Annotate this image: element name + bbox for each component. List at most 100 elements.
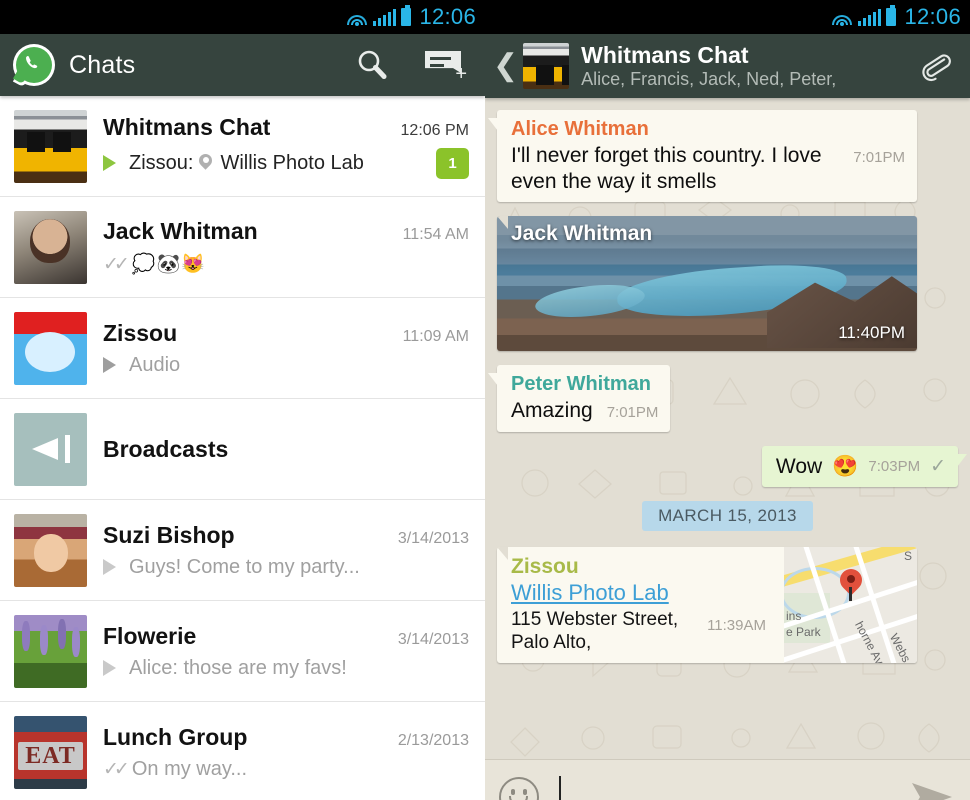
message-timestamp: 7:03PM <box>868 458 921 476</box>
wifi-icon <box>831 9 853 26</box>
broadcast-icon <box>14 412 87 486</box>
play-icon <box>103 357 116 373</box>
message-sender: Peter Whitman <box>511 373 652 396</box>
battery-icon <box>886 5 897 26</box>
conversation-participants: Alice, Francis, Jack, Ned, Peter, <box>581 68 837 89</box>
status-bar-left: 12:06 <box>0 0 485 34</box>
smiley-icon[interactable] <box>499 777 539 800</box>
message-timestamp: 7:01PM <box>853 149 905 166</box>
map-label: e Park <box>786 625 821 640</box>
chat-name: Zissou <box>103 319 178 346</box>
conversation-avatar[interactable] <box>523 43 570 89</box>
date-divider-label: MARCH 15, 2013 <box>642 501 813 532</box>
chat-list-item-zissou[interactable]: Zissou 11:09 AM Audio <box>0 298 485 399</box>
unread-badge: 1 <box>436 147 469 179</box>
chat-list-item-broadcasts[interactable]: Broadcasts <box>0 399 485 500</box>
map-label: S <box>903 549 912 564</box>
chat-preview-sender: Zissou: <box>129 151 194 174</box>
message-sender: Alice Whitman <box>511 118 649 140</box>
message-timestamp: 7:01PM <box>606 404 659 422</box>
message-row-incoming[interactable]: Peter Whitman 7:01PM Amazing <box>487 365 958 432</box>
text-caret <box>559 776 561 800</box>
message-row-incoming[interactable]: Alice Whitman 7:01PM I'll never forget th… <box>488 110 958 203</box>
map-thumbnail[interactable]: S ins e Park horne Ave Webs <box>784 547 917 664</box>
message-timestamp: 11:40PM <box>838 323 905 343</box>
play-icon <box>103 559 116 575</box>
chat-timestamp: 3/14/2013 <box>397 630 469 648</box>
status-bar-time: 12:06 <box>904 4 961 29</box>
message-row-incoming-photo[interactable]: Jack Whitman 11:40PM <box>497 216 958 352</box>
dual-phone-screenshot: 12:06 Chats + Whitmans Chat 12:06 PM Zis… <box>0 0 970 800</box>
map-pin-icon <box>840 569 862 602</box>
chat-timestamp: 12:06 PM <box>400 121 469 139</box>
message-sender: Jack Whitman <box>511 222 653 246</box>
message-bubble-text[interactable]: Alice Whitman 7:01PM I'll never forget th… <box>488 110 917 203</box>
date-divider: MARCH 15, 2013 <box>497 501 958 532</box>
paperclip-icon[interactable] <box>914 44 958 88</box>
message-timestamp: 11:39AM <box>707 617 766 635</box>
heart-eyes-emoji-icon: 😍 <box>832 454 859 478</box>
avatar <box>14 109 87 183</box>
location-address: 11:39AM 115 Webster Street, Palo Alto, <box>511 609 766 654</box>
signal-icon <box>372 8 397 26</box>
avatar <box>14 513 87 587</box>
chat-preview: Guys! Come to my party... <box>129 555 360 578</box>
chat-preview: On my way... <box>131 758 248 780</box>
new-chat-icon[interactable]: + <box>425 49 467 84</box>
status-bar-right: 12:06 <box>485 0 970 34</box>
chat-name: Suzi Bishop <box>103 521 235 548</box>
chat-list-item-suzi-bishop[interactable]: Suzi Bishop 3/14/2013 Guys! Come to my p… <box>0 500 485 601</box>
back-chevron-icon[interactable]: ❮ <box>491 51 523 81</box>
message-composer <box>485 759 970 800</box>
chat-name: Flowerie <box>103 622 197 649</box>
message-text: 7:01PM Amazing <box>511 399 659 423</box>
conversation-panel: 12:06 ❮ Whitmans Chat Alice, Francis, Ja… <box>485 0 970 800</box>
location-pin-icon <box>199 154 212 173</box>
map-label: ins <box>786 609 802 624</box>
chat-name: Whitmans Chat <box>103 113 271 140</box>
chat-timestamp: 11:09 AM <box>402 327 469 345</box>
chat-name: Broadcasts <box>103 435 229 462</box>
chat-timestamp: 11:54 AM <box>402 226 469 243</box>
message-list[interactable]: Alice Whitman 7:01PM I'll never forget th… <box>485 98 970 759</box>
chat-list-item-flowerie[interactable]: Flowerie 3/14/2013 Alice: those are my f… <box>0 601 485 702</box>
message-bubble-photo[interactable]: Jack Whitman 11:40PM <box>497 216 917 352</box>
play-icon <box>103 155 116 171</box>
message-row-outgoing[interactable]: Wow 😍 7:03PM ✓ <box>497 445 968 488</box>
chat-preview: Audio <box>129 353 181 376</box>
avatar <box>14 614 87 688</box>
signal-icon <box>857 8 882 26</box>
avatar <box>14 210 87 284</box>
whatsapp-logo-icon <box>13 44 55 86</box>
message-input[interactable] <box>553 774 894 800</box>
chats-action-bar: Chats + <box>0 34 485 96</box>
message-bubble-location[interactable]: Zissou Willis Photo Lab 11:39AM 115 Webst… <box>497 547 917 664</box>
message-bubble-text[interactable]: Peter Whitman 7:01PM Amazing <box>487 365 671 432</box>
message-row-incoming-location[interactable]: Zissou Willis Photo Lab 11:39AM 115 Webst… <box>497 547 958 664</box>
status-bar-time: 12:06 <box>419 4 476 29</box>
wifi-icon <box>346 9 368 26</box>
message-sender: Zissou <box>511 555 579 579</box>
read-receipt-icon: ✓✓ <box>103 253 130 275</box>
location-link[interactable]: Willis Photo Lab <box>511 580 772 606</box>
search-icon[interactable] <box>355 48 389 82</box>
avatar: EAT <box>14 716 87 789</box>
chat-list-item-whitmans-chat[interactable]: Whitmans Chat 12:06 PM Zissou: Willis Ph… <box>0 96 485 197</box>
chat-list[interactable]: Whitmans Chat 12:06 PM Zissou: Willis Ph… <box>0 96 485 800</box>
chat-list-item-jack-whitman[interactable]: Jack Whitman 11:54 AM ✓✓ 💭🐼😻 <box>0 197 485 298</box>
sent-check-icon: ✓ <box>930 456 946 478</box>
chat-timestamp: 2/13/2013 <box>397 732 469 749</box>
play-icon <box>103 660 116 676</box>
page-title: Chats <box>69 50 136 79</box>
chat-timestamp: 3/14/2013 <box>397 529 469 547</box>
message-text: Wow <box>775 454 823 478</box>
read-receipt-icon: ✓✓ <box>103 759 130 780</box>
chat-preview: Alice: those are my favs! <box>129 656 347 679</box>
chat-list-item-lunch-group[interactable]: EAT Lunch Group 2/13/2013 ✓✓ On my way..… <box>0 702 485 800</box>
conversation-action-bar: ❮ Whitmans Chat Alice, Francis, Jack, Ne… <box>485 34 970 98</box>
send-icon[interactable] <box>908 777 956 800</box>
chat-preview: Willis Photo Lab <box>220 151 364 174</box>
message-bubble-text-outgoing[interactable]: Wow 😍 7:03PM ✓ <box>761 445 968 488</box>
chats-list-panel: 12:06 Chats + Whitmans Chat 12:06 PM Zis… <box>0 0 485 800</box>
battery-icon <box>401 5 412 26</box>
